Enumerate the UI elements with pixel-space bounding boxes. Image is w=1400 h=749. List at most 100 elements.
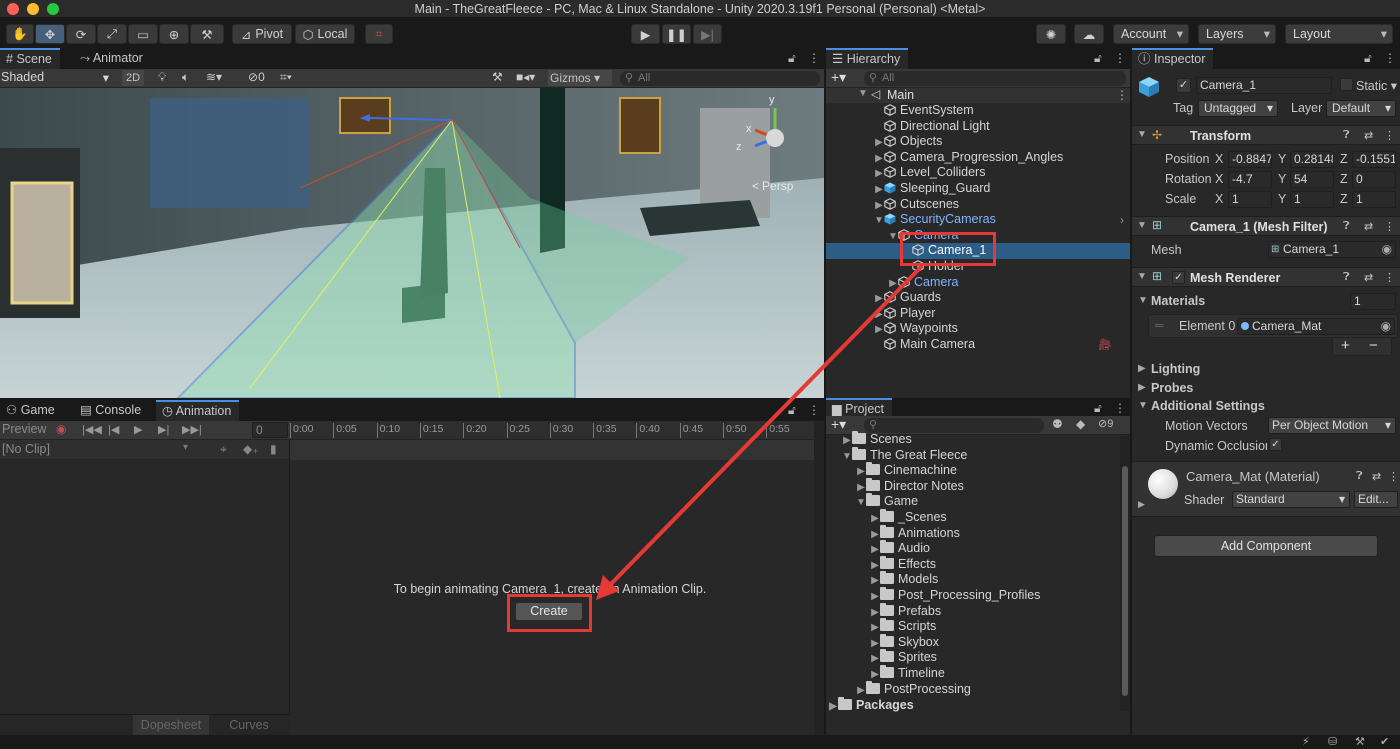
project-folder-item[interactable]: ▼ Game	[826, 493, 1120, 510]
lock-icon[interactable]: 🔓︎	[788, 403, 796, 418]
preset-icon[interactable]: ⇄	[1372, 470, 1381, 483]
expand-arrow-icon[interactable]: ▶	[874, 198, 884, 214]
grid-toggle-icon[interactable]: ⌗▾	[280, 70, 292, 85]
scale-tool-icon[interactable]: ⤢	[97, 24, 127, 44]
project-folder-item[interactable]: ▼ The Great Fleece	[826, 446, 1120, 465]
transform-header[interactable]: ▼ ✢ Transform ❓︎ ⇄ ⋮	[1132, 125, 1400, 145]
packages-expand-icon[interactable]: ▶	[828, 701, 838, 712]
folder-expand-icon[interactable]: ▶	[870, 605, 880, 621]
first-key-icon[interactable]: |◀◀	[82, 423, 102, 436]
hierarchy-item[interactable]: ▶ Waypoints	[826, 321, 1130, 337]
folder-expand-icon[interactable]: ▶	[870, 542, 880, 558]
folder-expand-icon[interactable]: ▶	[870, 636, 880, 652]
lock-icon[interactable]: 🔓︎	[1094, 401, 1102, 416]
layers-dropdown[interactable]: Layers	[1198, 24, 1276, 44]
effects-toggle-icon[interactable]: ≋▾	[206, 70, 222, 84]
project-folder-item[interactable]: ▶ Director Notes	[826, 477, 1120, 496]
pivot-toggle[interactable]: ⊿ Pivot	[232, 24, 292, 44]
auto-generate-lighting-icon[interactable]: ⚡︎	[1302, 735, 1310, 748]
materials-count-field[interactable]: 1	[1350, 293, 1396, 310]
help-icon[interactable]: ❓︎	[1356, 470, 1363, 483]
material-expand-icon[interactable]: ▶	[1138, 499, 1145, 510]
collapse-icon[interactable]: ▼	[1137, 129, 1147, 140]
hierarchy-search-input[interactable]: ⚲ All	[864, 71, 1126, 86]
hierarchy-item[interactable]: ▶ Level_Colliders	[826, 165, 1130, 181]
account-dropdown[interactable]: Account	[1113, 24, 1189, 44]
panel-menu-icon[interactable]: ⋮	[1114, 401, 1126, 415]
project-folder-item[interactable]: ▶ Prefabs	[826, 602, 1120, 621]
folder-expand-icon[interactable]: ▶	[870, 651, 880, 667]
frame-field[interactable]: 0	[252, 422, 288, 438]
expand-arrow-icon[interactable]: ▶	[888, 276, 898, 292]
expand-arrow-icon[interactable]: ▶	[874, 322, 884, 338]
transform-tool-icon[interactable]: ⊕	[159, 24, 189, 44]
shading-mode-dropdown[interactable]: Shaded ▾	[1, 70, 113, 86]
step-button[interactable]: ▶|	[693, 24, 722, 44]
folder-expand-icon[interactable]: ▶	[870, 527, 880, 543]
mode-2d-toggle[interactable]: 2D	[122, 70, 144, 86]
folder-expand-icon[interactable]: ▶	[870, 573, 880, 589]
project-folder-item[interactable]: ▶ Scenes	[826, 431, 1120, 448]
drag-handle-icon[interactable]: ═	[1155, 318, 1164, 332]
scale-z-field[interactable]: 1	[1352, 191, 1396, 208]
play-anim-icon[interactable]: ▶	[134, 423, 142, 436]
packages-row[interactable]: ▶ Packages	[828, 697, 914, 712]
add-event-icon[interactable]: ◆₊	[243, 442, 259, 456]
preset-icon[interactable]: ⇄	[1364, 220, 1373, 233]
expand-chevron-icon[interactable]: ›	[1120, 213, 1124, 227]
lock-icon[interactable]: 🔓︎	[1094, 51, 1102, 66]
tab-animation[interactable]: ◷ Animation	[156, 400, 240, 421]
additional-settings-foldout[interactable]: Additional Settings	[1151, 399, 1265, 413]
expand-arrow-icon[interactable]: ▶	[874, 151, 884, 167]
add-keyframe-icon[interactable]: ⌖	[220, 442, 227, 457]
hierarchy-item[interactable]: ▶ Camera	[826, 275, 1130, 291]
hierarchy-item[interactable]: ▶ Guards	[826, 290, 1130, 306]
hierarchy-item[interactable]: ▶ Camera_Progression_Angles	[826, 150, 1130, 166]
project-folder-item[interactable]: ▶ Post_Processing_Profiles	[826, 586, 1120, 605]
status-check-icon[interactable]: ✔	[1380, 735, 1389, 748]
scene-header-row[interactable]: ▼ ◁ Main ⋮	[826, 87, 1130, 103]
audio-toggle-icon[interactable]: 🔈︎	[182, 70, 189, 85]
cache-server-icon[interactable]: ⛁	[1328, 735, 1337, 748]
hierarchy-item[interactable]: ▶ Objects	[826, 134, 1130, 150]
folder-expand-icon[interactable]: ▶	[870, 589, 880, 605]
folder-expand-icon[interactable]: ▶	[856, 683, 866, 699]
hierarchy-item[interactable]: EventSystem	[826, 103, 1130, 119]
hand-tool-icon[interactable]: ✋	[6, 24, 34, 44]
camera-settings-icon[interactable]: ■◂▾	[516, 70, 535, 84]
folder-expand-icon[interactable]: ▶	[870, 620, 880, 636]
project-folder-item[interactable]: ▶ Timeline	[826, 664, 1120, 682]
record-icon[interactable]: ◉	[56, 422, 66, 436]
additional-expand-icon[interactable]: ▼	[1138, 400, 1148, 411]
object-name-field[interactable]: Camera_1	[1196, 77, 1332, 94]
project-scrollbar[interactable]	[1120, 436, 1130, 711]
folder-expand-icon[interactable]: ▼	[842, 449, 852, 465]
collapse-icon[interactable]: ▼	[1137, 271, 1147, 282]
project-folder-item[interactable]: ▶ Sprites	[826, 649, 1120, 667]
rotation-y-field[interactable]: 54	[1290, 171, 1334, 188]
panel-menu-icon[interactable]: ⋮	[808, 51, 820, 65]
component-menu-icon[interactable]: ⋮	[1388, 470, 1399, 483]
hierarchy-item[interactable]: ▼ SecurityCameras	[826, 212, 1130, 228]
scene-expand-icon[interactable]: ▼	[858, 88, 868, 99]
remove-material-button[interactable]: −	[1369, 337, 1378, 354]
hierarchy-item[interactable]: Directional Light	[826, 119, 1130, 135]
project-folder-item[interactable]: ▶ Cinemachine	[826, 462, 1120, 479]
component-menu-icon[interactable]: ⋮	[1384, 271, 1395, 284]
project-search-input[interactable]: ⚲	[864, 418, 1044, 433]
lighting-foldout[interactable]: Lighting	[1151, 362, 1200, 376]
rotation-x-field[interactable]: -4.7	[1228, 171, 1272, 188]
shader-dropdown[interactable]: Standard ▾	[1232, 491, 1350, 508]
active-checkbox[interactable]: ✓	[1176, 78, 1191, 93]
event-marker-icon[interactable]: ▮	[270, 442, 277, 456]
lighting-toggle-icon[interactable]: 💡︎	[158, 70, 166, 85]
last-key-icon[interactable]: ▶▶|	[182, 423, 202, 436]
folder-expand-icon[interactable]: ▶	[870, 511, 880, 527]
static-dropdown[interactable]: Static ▾	[1356, 78, 1397, 93]
help-icon[interactable]: ❓︎	[1343, 271, 1350, 284]
renderer-enabled-checkbox[interactable]: ✓	[1172, 271, 1185, 284]
folder-expand-icon[interactable]: ▶	[856, 480, 866, 496]
next-key-icon[interactable]: ▶|	[158, 423, 169, 436]
expand-arrow-icon[interactable]: ▼	[874, 213, 884, 229]
mesh-renderer-header[interactable]: ▼ ⊞ ✓ Mesh Renderer ❓︎ ⇄ ⋮	[1132, 267, 1400, 287]
